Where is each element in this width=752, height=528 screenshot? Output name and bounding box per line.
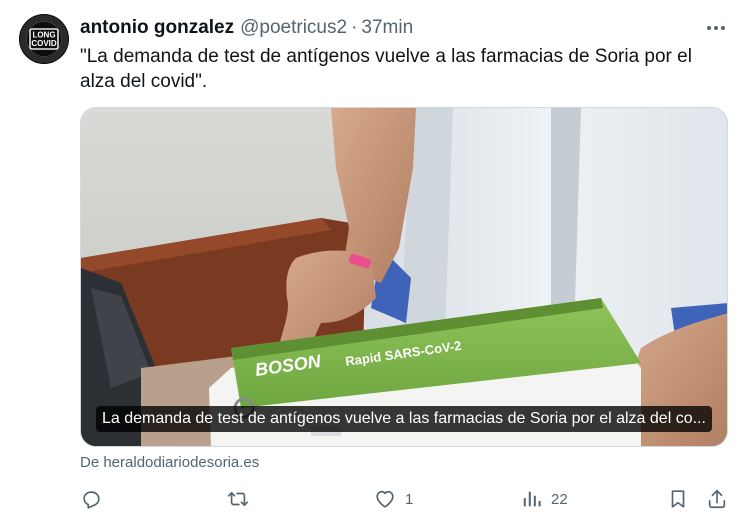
long-covid-logo: LONG COVID [19, 14, 69, 64]
action-bar: 1 22 [0, 484, 752, 514]
reply-icon [83, 491, 100, 509]
views-icon [523, 491, 541, 507]
share-icon [708, 489, 726, 509]
tweet-header: antonio gonzalez @poetricus2 · 37min [80, 16, 413, 40]
header-separator: · [351, 17, 358, 38]
retweet-icon [227, 491, 249, 507]
tweet-text: "La demanda de test de antígenos vuelve … [80, 46, 692, 92]
bookmark-icon [671, 490, 685, 508]
card-source[interactable]: De heraldodiariodesoria.es [80, 454, 259, 471]
share-button[interactable] [706, 484, 728, 514]
reply-button[interactable] [80, 484, 110, 514]
avatar[interactable]: LONG COVID [19, 14, 69, 64]
bookmark-button[interactable] [667, 484, 689, 514]
card-image: BOSON Rapid SARS-CoV-2 [81, 108, 727, 446]
card-caption: La demanda de test de antígenos vuelve a… [96, 406, 712, 432]
heart-icon [376, 490, 394, 508]
like-count: 1 [405, 490, 414, 508]
tweet-timestamp[interactable]: 37min [361, 17, 413, 39]
author-name[interactable]: antonio gonzalez [80, 17, 234, 39]
link-card[interactable]: BOSON Rapid SARS-CoV-2 La demanda de tes… [80, 107, 728, 447]
like-button[interactable]: 1 [373, 484, 413, 514]
avatar-text-covid: COVID [31, 39, 57, 48]
author-handle[interactable]: @poetricus2 [240, 17, 347, 39]
more-button[interactable] [704, 16, 728, 40]
tweet[interactable]: LONG COVID antonio gonzalez @poetricus2 … [0, 0, 752, 528]
retweet-button[interactable] [226, 484, 258, 514]
views-button[interactable]: 22 [521, 484, 568, 514]
views-count: 22 [551, 490, 568, 508]
more-icon [707, 26, 725, 30]
